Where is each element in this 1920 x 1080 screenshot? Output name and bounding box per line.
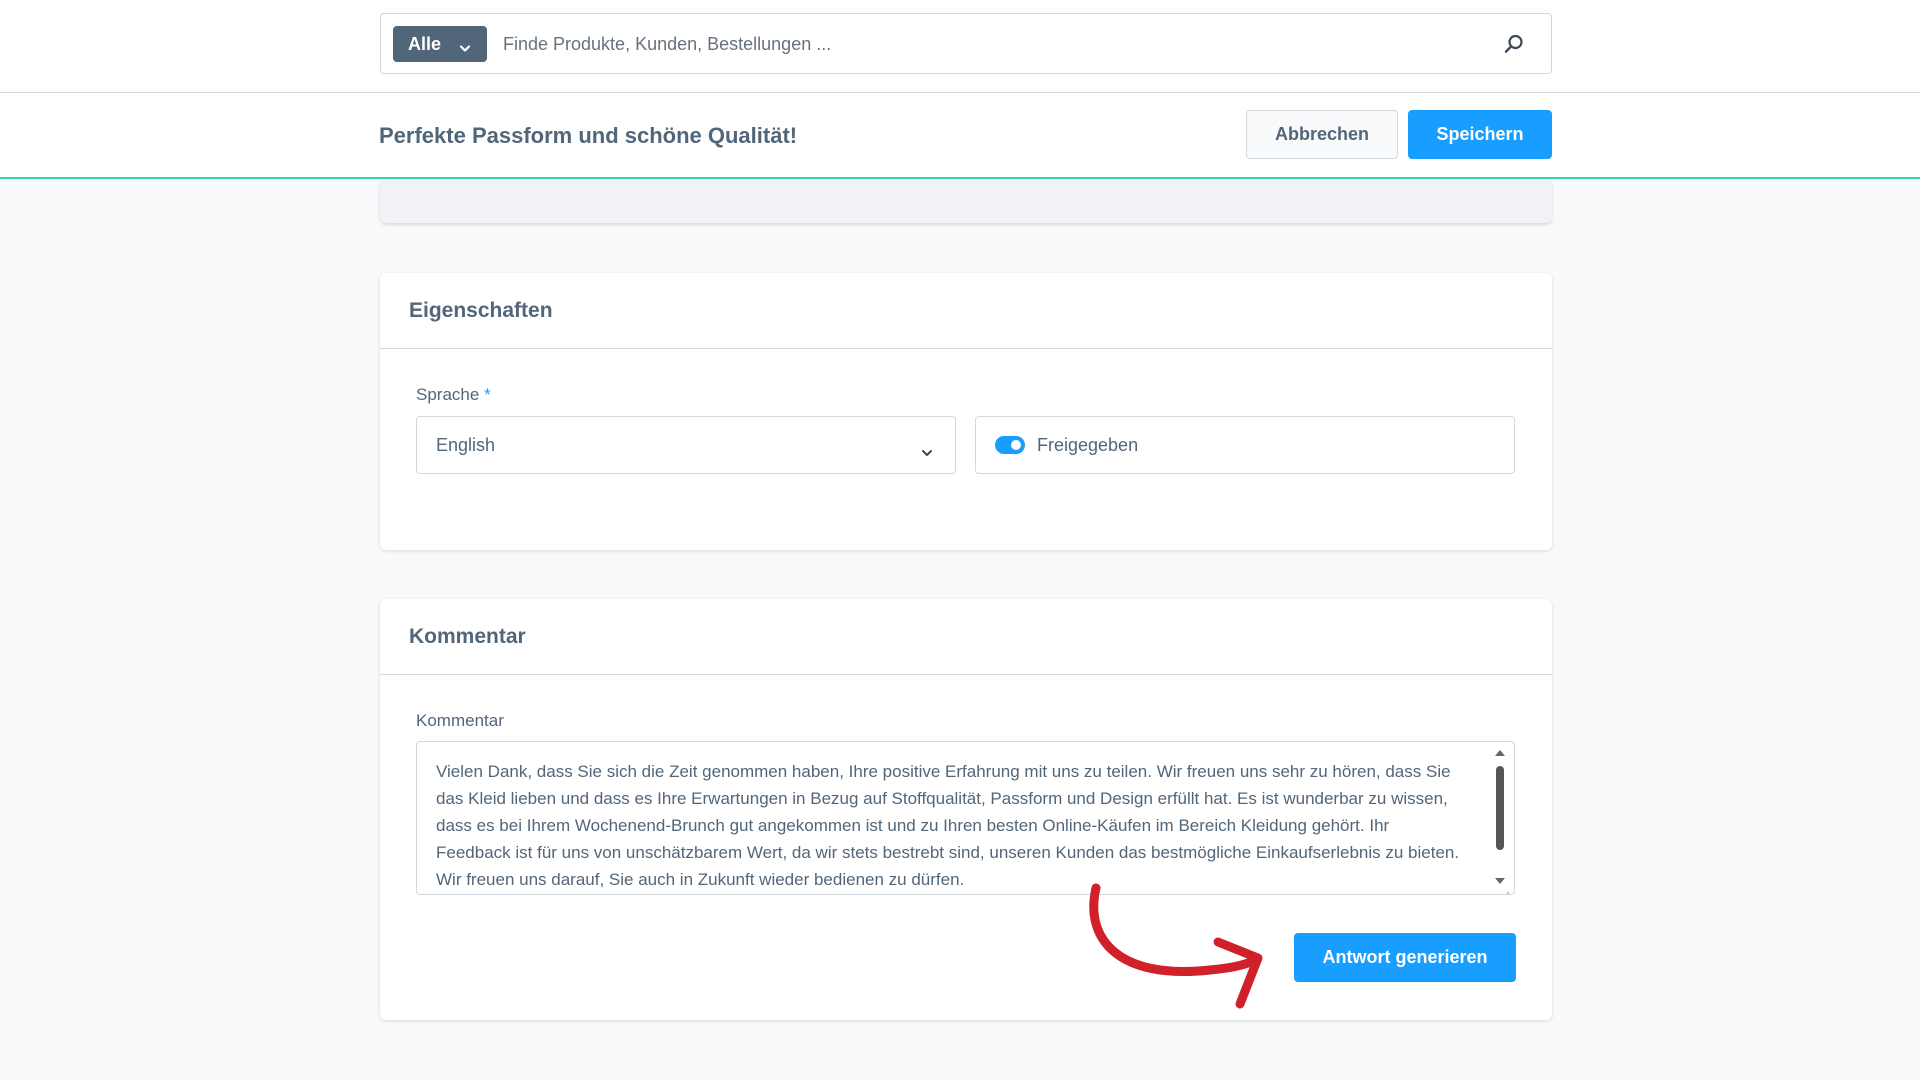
previous-card-bottom [380, 181, 1552, 223]
textarea-scrollbar[interactable] [1494, 748, 1506, 886]
cancel-button[interactable]: Abbrechen [1246, 110, 1398, 159]
properties-card-title: Eigenschaften [409, 298, 553, 322]
chevron-down-icon [459, 38, 471, 59]
comment-textarea[interactable]: Vielen Dank, dass Sie sich die Zeit geno… [416, 741, 1515, 895]
approved-field: Freigegeben [975, 416, 1515, 474]
page-title: Perfekte Passform und schöne Qualität! [379, 123, 798, 148]
search-scope-dropdown[interactable]: Alle [393, 26, 487, 62]
language-select[interactable]: English [416, 416, 956, 474]
comment-card-header: Kommentar [380, 599, 1552, 675]
scroll-up-icon[interactable] [1495, 750, 1505, 756]
approved-label: Freigegeben [1037, 434, 1139, 455]
language-label: Sprache * [416, 385, 491, 405]
global-search: Alle [380, 13, 1552, 74]
search-input[interactable] [503, 28, 1463, 60]
scroll-thumb[interactable] [1496, 766, 1504, 850]
comment-text: Vielen Dank, dass Sie sich die Zeit geno… [436, 762, 1460, 889]
save-button[interactable]: Speichern [1408, 110, 1552, 159]
language-label-text: Sprache [416, 385, 480, 404]
approved-toggle[interactable] [995, 436, 1025, 454]
smart-bar: Perfekte Passform und schöne Qualität! A… [0, 93, 1920, 179]
comment-card: Kommentar Kommentar Vielen Dank, dass Si… [380, 599, 1552, 1020]
top-search-bar: Alle [0, 0, 1920, 93]
properties-card: Eigenschaften Sprache * English Freigege… [380, 273, 1552, 550]
search-icon[interactable] [1503, 33, 1525, 60]
resize-grip-icon[interactable] [1500, 881, 1510, 894]
required-mark: * [484, 385, 491, 404]
generate-reply-button[interactable]: Antwort generieren [1294, 933, 1516, 982]
language-select-value: English [436, 434, 496, 455]
search-scope-label: Alle [408, 33, 442, 54]
properties-card-header: Eigenschaften [380, 273, 1552, 349]
comment-field-label: Kommentar [416, 711, 504, 730]
comment-card-title: Kommentar [409, 624, 526, 648]
curved-arrow-icon [1089, 883, 1263, 1009]
chevron-down-icon [921, 442, 933, 463]
